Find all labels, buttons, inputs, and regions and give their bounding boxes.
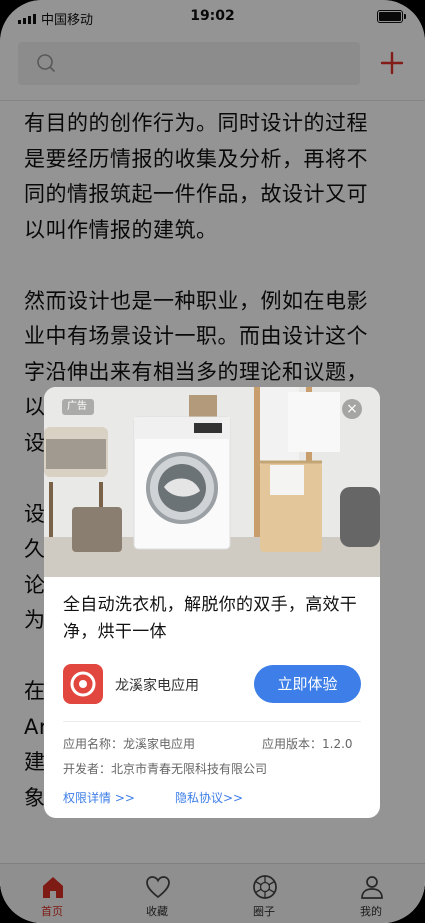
try-now-button[interactable]: 立即体验	[254, 665, 361, 703]
close-icon[interactable]: ×	[342, 399, 362, 419]
washing-machine-image	[44, 387, 380, 577]
app-logo-icon	[63, 664, 103, 704]
app-name-field: 应用名称：龙溪家电应用	[63, 737, 196, 751]
ad-card[interactable]: 广告 × 全自动洗衣机，解脱你的双手，高效干净，烘干一体 龙溪家电应用 立即体验…	[44, 387, 380, 818]
developer-field: 开发者：北京市青春无限科技有限公司	[63, 762, 268, 776]
app-name: 龙溪家电应用	[115, 678, 199, 694]
app-version-field: 应用版本：1.2.0	[262, 737, 353, 751]
permissions-link[interactable]: 权限详情 >>	[63, 789, 135, 806]
phone-screen: 中国移动 19:02 有目的的创作行为。同时设计的过程 是要经历情报的收集及分析…	[0, 0, 425, 923]
ad-badge: 广告	[62, 399, 94, 415]
privacy-link[interactable]: 隐私协议>>	[175, 789, 243, 806]
ad-divider	[63, 721, 361, 722]
ad-title: 全自动洗衣机，解脱你的双手，高效干净，烘干一体	[63, 595, 358, 642]
